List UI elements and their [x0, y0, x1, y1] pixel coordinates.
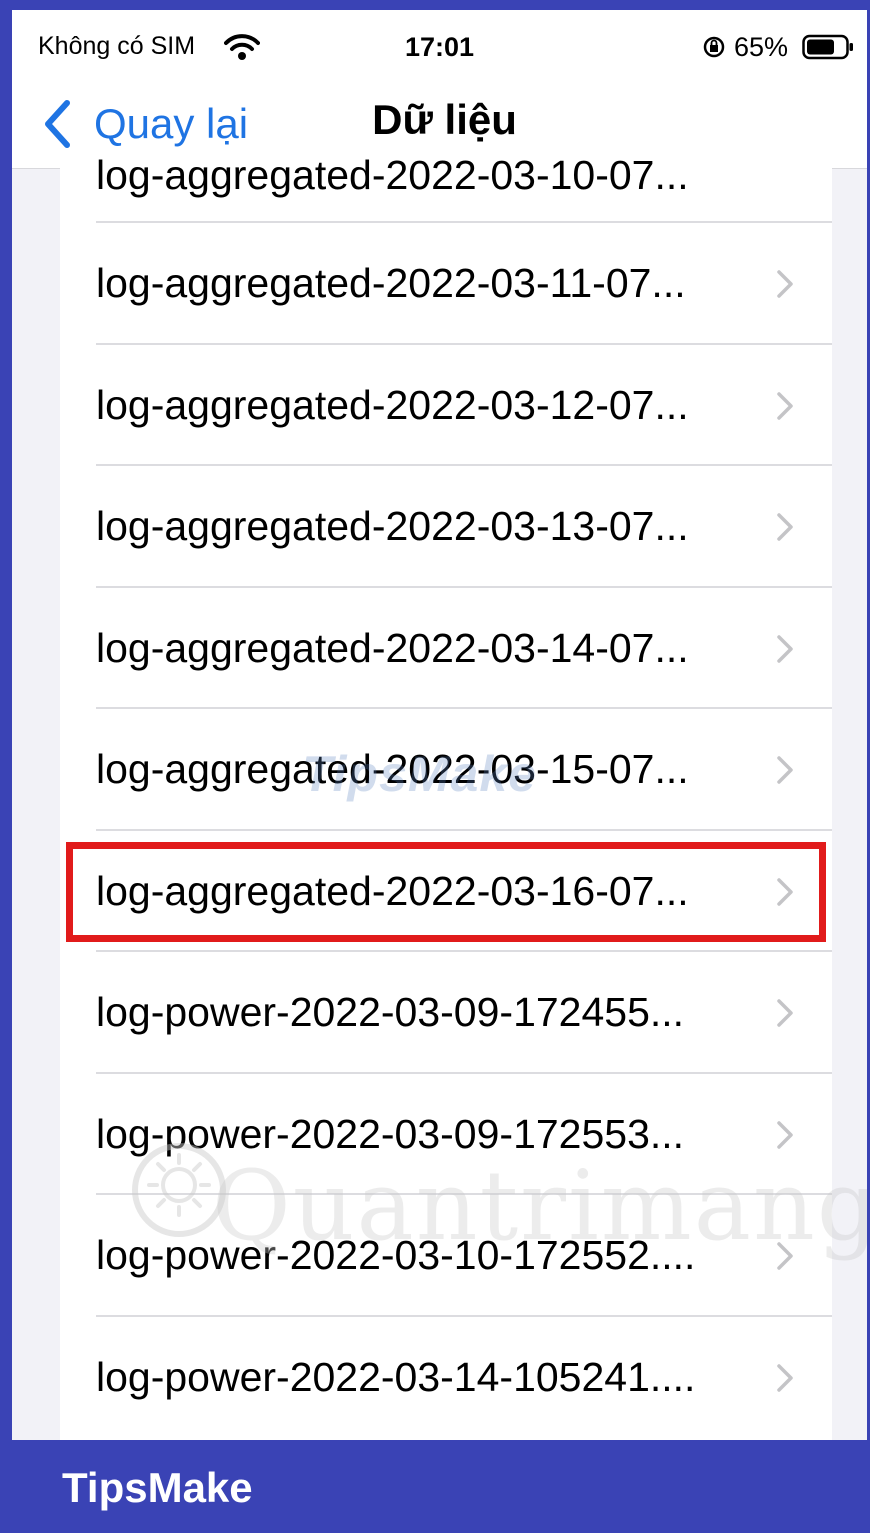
battery-percent: 65% — [734, 32, 789, 62]
list-item-label: log-aggregated-2022-03-16-07... — [96, 867, 689, 914]
list-item[interactable]: log-aggregated-2022-03-15-07... — [60, 709, 832, 829]
page-title: Dữ liệu — [372, 96, 517, 143]
chevron-right-icon — [777, 634, 793, 663]
list-item-label: log-power-2022-03-10-172552.... — [96, 1232, 696, 1278]
footer-brand: TipsMake — [62, 1464, 253, 1511]
chevron-right-icon — [777, 877, 793, 906]
data-file-list: log-aggregated-2022-03-10-07... log-aggr… — [60, 152, 832, 1440]
list-item-label: log-power-2022-03-09-172553... — [96, 1110, 685, 1157]
chevron-right-icon — [777, 999, 793, 1027]
list-item[interactable]: log-power-2022-03-10-172552.... — [60, 1195, 832, 1315]
list-item[interactable]: log-aggregated-2022-03-11-07... — [60, 223, 832, 343]
chevron-right-icon — [777, 513, 793, 541]
list-item[interactable]: log-aggregated-2022-03-14-07... — [60, 588, 832, 708]
phone-screen: Không có SIM 17:01 65% Quay lại Dữ liệu — [12, 10, 867, 1440]
list-item-label: log-power-2022-03-14-105241.... — [96, 1353, 696, 1400]
chevron-right-icon — [777, 1120, 793, 1149]
chevron-right-icon — [777, 270, 793, 298]
list-item[interactable]: log-aggregated-2022-03-13-07... — [60, 466, 832, 586]
status-bar: Không có SIM 17:01 65% — [12, 10, 867, 80]
partial-list-item-label[interactable]: log-aggregated-2022-03-10-07... — [96, 152, 689, 199]
list-item-highlighted[interactable]: log-aggregated-2022-03-16-07... — [60, 831, 832, 951]
list-item[interactable]: log-power-2022-03-09-172553... — [60, 1074, 832, 1194]
list-item-label: log-aggregated-2022-03-14-07... — [96, 624, 689, 671]
chevron-right-icon — [777, 1242, 793, 1270]
list-item[interactable]: log-power-2022-03-14-105241.... — [60, 1317, 832, 1437]
list-item[interactable]: log-aggregated-2022-03-12-07... — [60, 345, 832, 465]
list-item[interactable]: log-power-2022-03-09-172455... — [60, 952, 832, 1072]
list-item-label: log-aggregated-2022-03-15-07... — [96, 746, 689, 792]
chevron-right-icon — [777, 1363, 793, 1392]
list-item-label: log-aggregated-2022-03-13-07... — [96, 503, 689, 549]
lock-rotation-icon — [703, 36, 725, 58]
battery-icon — [802, 34, 853, 60]
list-item-label: log-aggregated-2022-03-12-07... — [96, 381, 689, 428]
chevron-right-icon — [777, 756, 793, 784]
chevron-right-icon — [777, 391, 793, 420]
list-item-label: log-aggregated-2022-03-11-07... — [96, 260, 686, 306]
list-item-label: log-power-2022-03-09-172455... — [96, 989, 685, 1035]
